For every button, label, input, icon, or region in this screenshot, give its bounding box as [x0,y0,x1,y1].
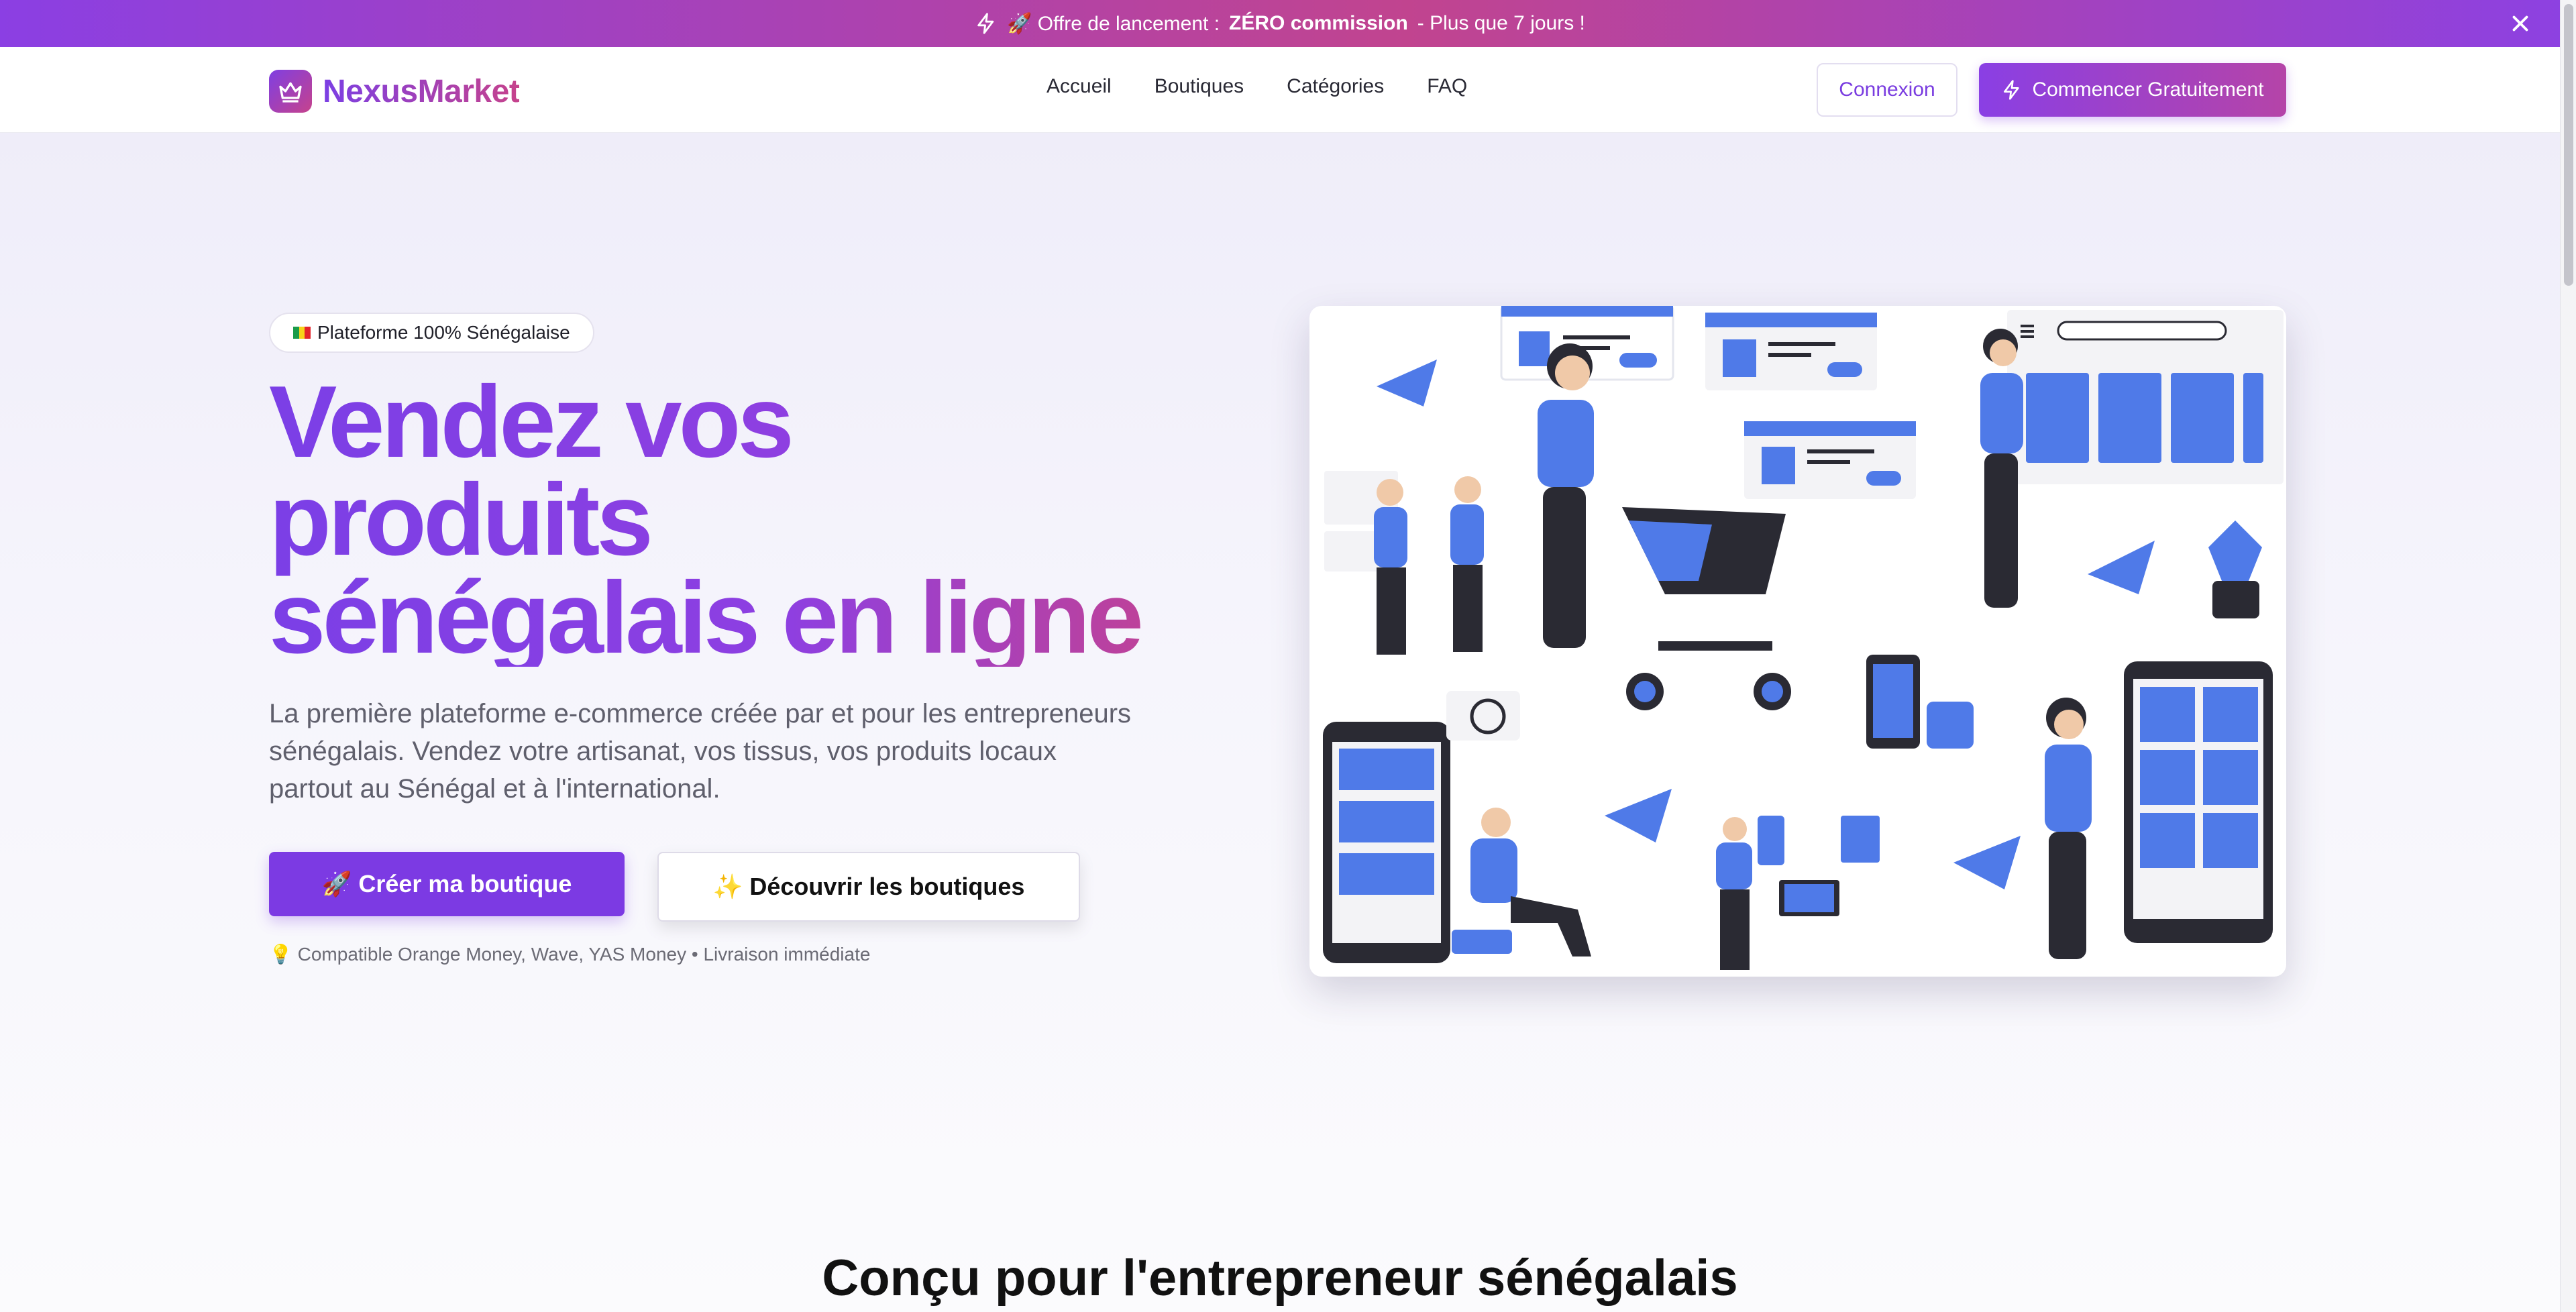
woman-with-tablet [1716,816,1880,970]
hero-illustration [1309,306,2286,977]
woman-with-cart [1538,343,1791,710]
walking-woman [2045,698,2092,959]
crown-icon [269,70,312,113]
headline-line-1: Vendez vos [269,365,791,479]
headline-line-2: produits [269,463,650,577]
senegal-flag-icon [293,327,311,339]
nav-links: Accueil Boutiques Catégories FAQ [1046,75,1467,98]
announcement-prefix: 🚀 Offre de lancement : [1007,12,1220,35]
brand-logo[interactable]: NexusMarket [269,70,520,113]
platform-badge: Plateforme 100% Sénégalaise [269,313,594,353]
discover-shops-button[interactable]: ✨ Découvrir les boutiques [657,852,1080,922]
nav-link-faq[interactable]: FAQ [1427,75,1467,98]
clock [1446,691,1520,741]
close-icon[interactable] [2508,11,2533,36]
product-card-sweater [1744,421,1916,499]
hero-headline: Vendez vos produits sénégalais en ligne [269,373,1208,667]
page-scrollbar[interactable] [2560,0,2576,1312]
section-title: Conçu pour l'entrepreneur sénégalais [822,1250,1738,1307]
create-shop-button[interactable]: 🚀 Créer ma boutique [269,852,625,916]
person-at-desk [1866,655,1974,749]
start-free-label: Commencer Gratuitement [2032,78,2264,101]
announcement-suffix: - Plus que 7 jours ! [1417,12,1585,34]
shop-category-panel [2007,310,2284,484]
plant [2208,521,2262,618]
sitting-woman [1452,808,1591,956]
ecommerce-illustration [1323,306,2284,970]
announcement-bar: 🚀 Offre de lancement : ZÉRO commission -… [0,0,2560,47]
nav-link-categories[interactable]: Catégories [1287,75,1384,98]
nav-link-boutiques[interactable]: Boutiques [1155,75,1244,98]
headline-line-3: sénégalais en ligne [269,561,1140,675]
brand-name: NexusMarket [323,73,520,109]
product-card-skirt [1705,313,1877,390]
handshake-people [1324,471,1484,655]
nav-link-accueil[interactable]: Accueil [1046,75,1112,98]
lightning-icon [2004,80,2020,100]
login-button[interactable]: Connexion [1817,63,1957,117]
announcement-highlight: ZÉRO commission [1229,12,1408,34]
main-navigation: NexusMarket Accueil Boutiques Catégories… [0,47,2560,133]
hero-subtitle: La première plateforme e-commerce créée … [269,699,1132,804]
phone-product-list [1323,722,1450,963]
payment-note: 💡 Compatible Orange Money, Wave, YAS Mon… [269,944,871,965]
platform-badge-label: Plateforme 100% Sénégalaise [317,322,570,343]
scrollbar-thumb[interactable] [2564,4,2573,286]
start-free-button[interactable]: Commencer Gratuitement [1979,63,2286,117]
phone-product-grid [2124,661,2273,943]
lightning-icon [977,13,994,34]
